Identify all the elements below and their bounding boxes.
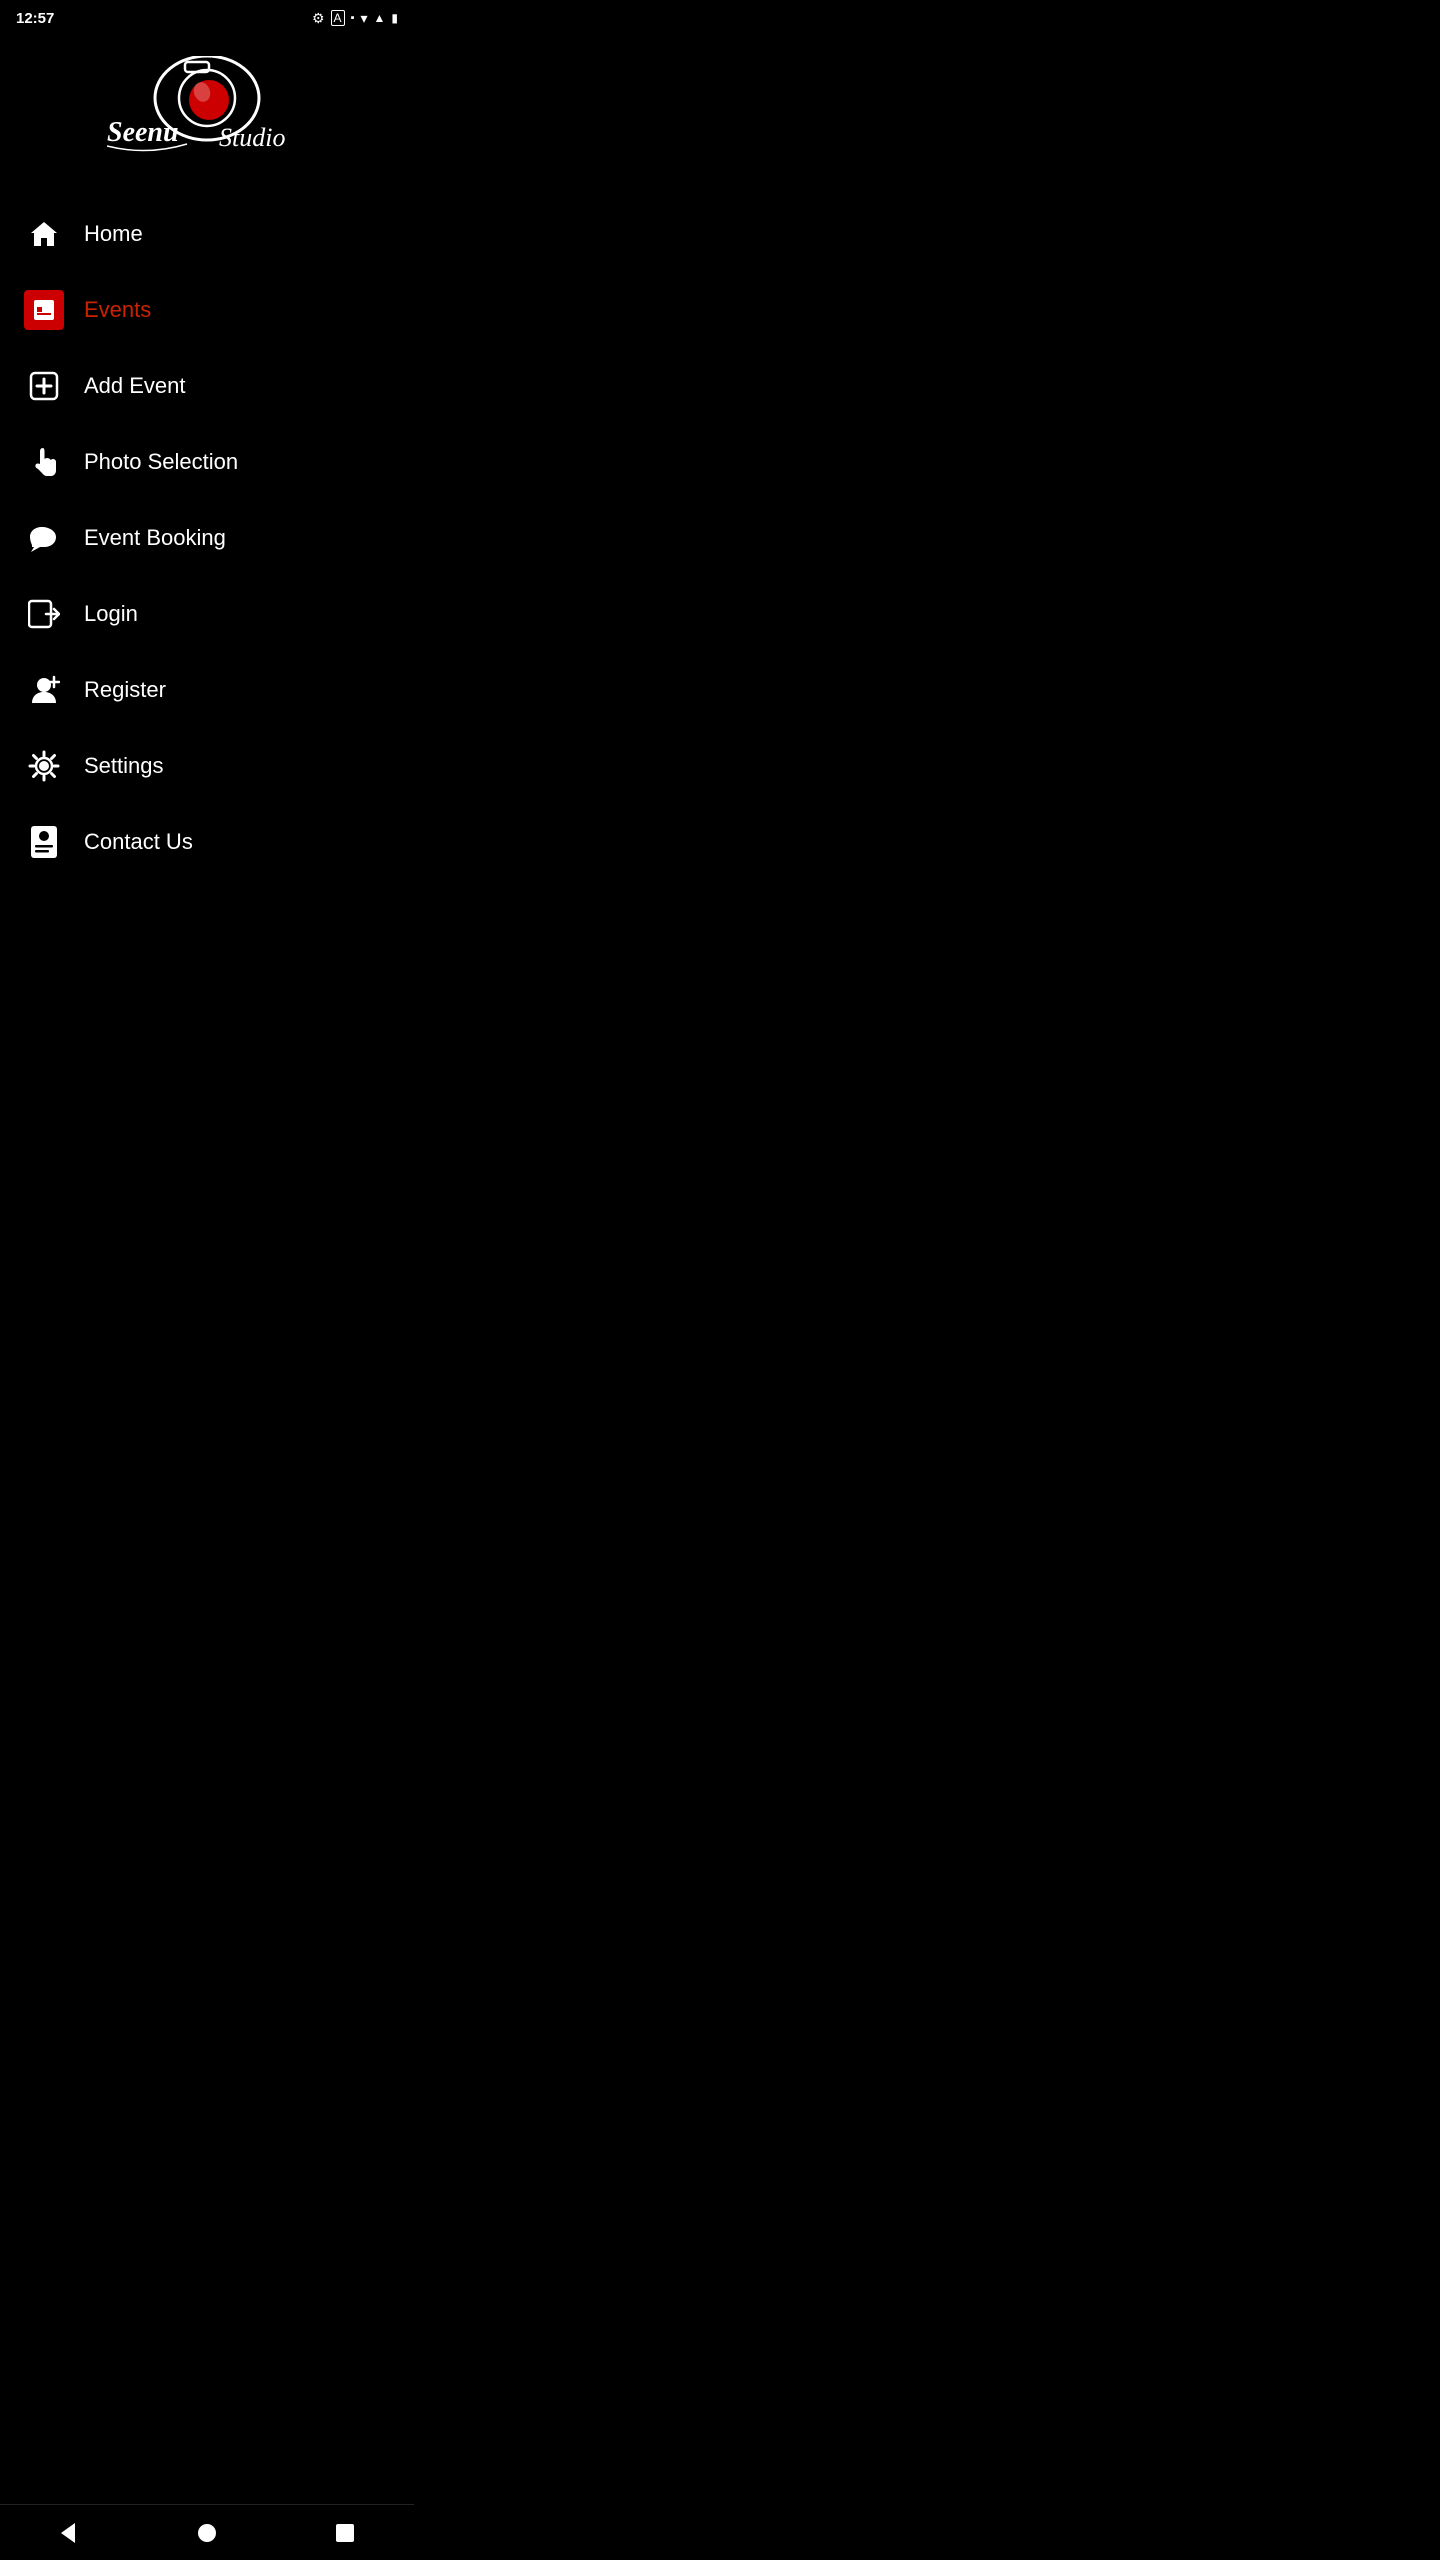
sidebar-item-login-label: Login [84, 601, 138, 627]
status-icons: ⚙ A ▪ ▾ ▲ ▮ [312, 10, 398, 27]
sidebar: Home Events Add Event [0, 196, 414, 900]
sidebar-item-settings-label: Settings [84, 753, 164, 779]
bottom-back-button[interactable] [49, 2513, 89, 2553]
sidebar-item-photo-selection-label: Photo Selection [84, 449, 238, 475]
bottom-recent-button[interactable] [325, 2513, 365, 2553]
sidebar-item-register[interactable]: Register [0, 652, 414, 728]
settings-icon [24, 746, 64, 786]
photo-selection-icon [24, 442, 64, 482]
sidebar-item-contact-us-label: Contact Us [84, 829, 193, 855]
sidebar-item-event-booking-label: Event Booking [84, 525, 226, 551]
register-icon [24, 670, 64, 710]
sidebar-item-home-label: Home [84, 221, 143, 247]
sim-status-icon: ▪ [351, 12, 355, 24]
add-event-icon [24, 366, 64, 406]
bottom-home-button[interactable] [187, 2513, 227, 2553]
bottom-nav [0, 2504, 414, 2560]
svg-text:Seenu: Seenu [107, 117, 179, 148]
sidebar-item-photo-selection[interactable]: Photo Selection [0, 424, 414, 500]
main-container: Home Events Add Event [0, 196, 414, 900]
svg-text:Studio: Studio [219, 123, 285, 152]
sidebar-item-events-label: Events [84, 297, 151, 323]
sidebar-item-register-label: Register [84, 677, 166, 703]
logo-svg: Seenu Studio [97, 56, 317, 166]
contact-us-icon [24, 822, 64, 862]
sidebar-item-login[interactable]: Login [0, 576, 414, 652]
battery-status-icon: ▮ [391, 11, 398, 25]
login-icon [24, 594, 64, 634]
sidebar-item-home[interactable]: Home [0, 196, 414, 272]
home-icon [24, 214, 64, 254]
event-booking-icon [24, 518, 64, 558]
sidebar-item-events[interactable]: Events [0, 272, 414, 348]
sidebar-item-add-event-label: Add Event [84, 373, 186, 399]
sidebar-item-contact-us[interactable]: Contact Us [0, 804, 414, 880]
wifi-status-icon: ▾ [360, 10, 367, 27]
signal-status-icon: ▲ [374, 11, 386, 25]
sidebar-item-add-event[interactable]: Add Event [0, 348, 414, 424]
sidebar-item-settings[interactable]: Settings [0, 728, 414, 804]
logo-area: Seenu Studio [0, 36, 414, 196]
events-icon [24, 290, 64, 330]
font-status-icon: A [331, 10, 345, 26]
settings-status-icon: ⚙ [312, 10, 325, 27]
status-time: 12:57 [16, 10, 54, 27]
status-bar: 12:57 ⚙ A ▪ ▾ ▲ ▮ [0, 0, 414, 36]
sidebar-item-event-booking[interactable]: Event Booking [0, 500, 414, 576]
